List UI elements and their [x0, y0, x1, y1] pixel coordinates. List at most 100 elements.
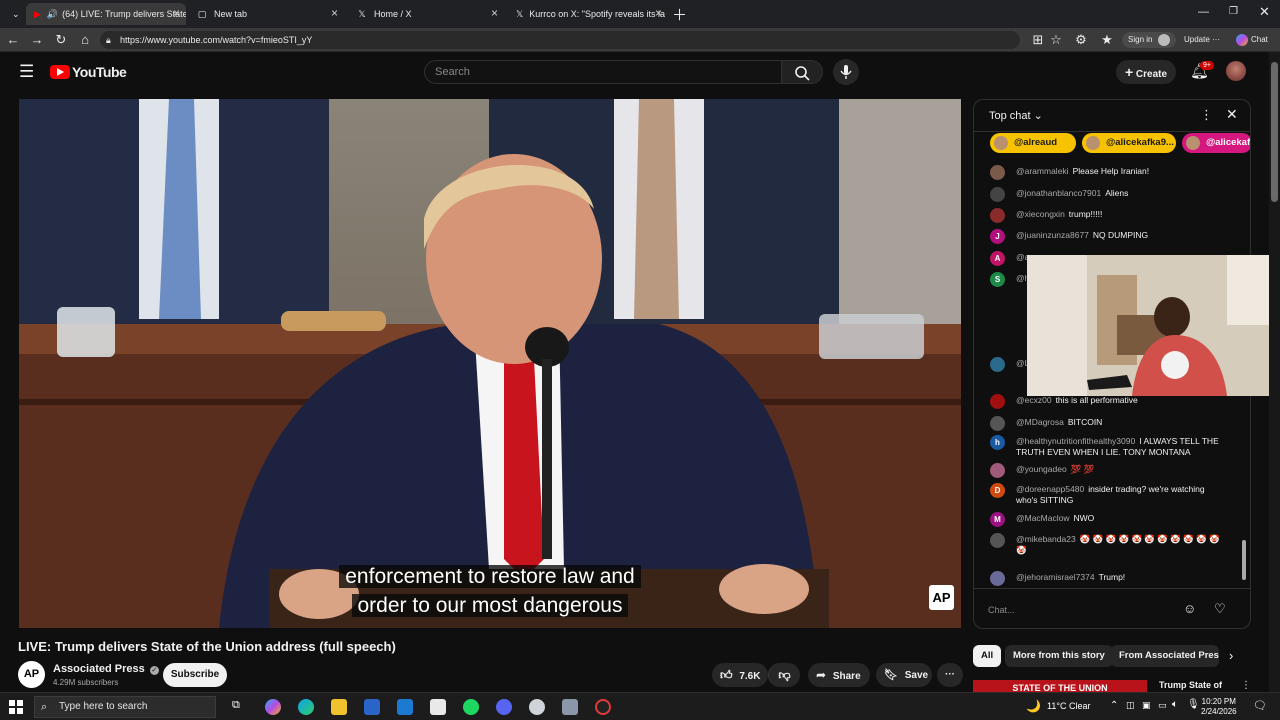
- notepad-icon[interactable]: [430, 699, 446, 715]
- create-button[interactable]: + Create: [1116, 60, 1176, 84]
- like-button[interactable]: 👍︎ 7.6K: [712, 663, 768, 687]
- avatar[interactable]: [990, 394, 1005, 409]
- more-vertical-icon[interactable]: ⋮: [1241, 680, 1251, 691]
- close-icon[interactable]: ×: [331, 6, 338, 20]
- tray-chevron-icon[interactable]: ⌃: [1110, 700, 1118, 711]
- app-icon[interactable]: [529, 699, 545, 715]
- top-chat-dropdown[interactable]: Top chat ⌄: [989, 109, 1043, 122]
- dislike-button[interactable]: 👎︎: [768, 663, 800, 687]
- avatar[interactable]: [990, 208, 1005, 223]
- avatar[interactable]: M: [990, 512, 1005, 527]
- mail-icon[interactable]: [397, 699, 413, 715]
- volume-icon[interactable]: 🔈︎: [1172, 699, 1178, 710]
- heart-icon[interactable]: ♡: [1214, 601, 1226, 617]
- filter-chip-from-channel[interactable]: From Associated Press: [1111, 645, 1219, 667]
- channel-name[interactable]: Associated Press ✓: [53, 663, 159, 675]
- chat-username[interactable]: @MDagrosa: [1016, 417, 1064, 427]
- chat-username[interactable]: @jehoramisrael7374: [1016, 572, 1095, 582]
- youtube-logo-text[interactable]: YouTube: [72, 64, 127, 80]
- pinned-user-chip[interactable]: @alicekafka9...: [1082, 133, 1176, 153]
- search-button[interactable]: [781, 60, 823, 84]
- chat-username[interactable]: @youngadeo: [1016, 464, 1067, 474]
- subscribe-button[interactable]: Subscribe: [163, 663, 227, 687]
- discord-icon[interactable]: [496, 699, 512, 715]
- avatar[interactable]: [990, 463, 1005, 478]
- avatar[interactable]: D: [990, 483, 1005, 498]
- pinned-user-chip[interactable]: @alicekafka: [1182, 133, 1250, 153]
- close-icon[interactable]: ×: [491, 6, 498, 20]
- avatar[interactable]: [990, 165, 1005, 180]
- tray-app-icon[interactable]: ◫: [1126, 700, 1135, 711]
- chat-username[interactable]: @mikebanda23: [1016, 534, 1076, 544]
- back-button[interactable]: ←: [5, 32, 21, 47]
- maximize-button[interactable]: ❐: [1229, 6, 1238, 17]
- avatar[interactable]: [990, 357, 1005, 372]
- app-icon[interactable]: [562, 699, 578, 715]
- filter-chip-all[interactable]: All: [973, 645, 1002, 667]
- page-scrollbar[interactable]: [1269, 52, 1280, 692]
- minimize-button[interactable]: —: [1198, 6, 1209, 18]
- chat-username[interactable]: @jonathanblanco7901: [1016, 188, 1101, 198]
- tab-new[interactable]: ▢ New tab ×: [188, 3, 344, 25]
- share-button[interactable]: ➦ Share: [808, 663, 870, 687]
- weather-text[interactable]: 11°C Clear: [1047, 701, 1090, 711]
- extensions-icon[interactable]: ⚙: [1073, 32, 1089, 48]
- chat-username[interactable]: @arammaleki: [1016, 166, 1069, 176]
- voice-search-button[interactable]: [833, 59, 859, 85]
- close-window-button[interactable]: ✕: [1259, 4, 1270, 20]
- chat-username[interactable]: @xiecongxin: [1016, 209, 1065, 219]
- network-icon[interactable]: ▭: [1158, 700, 1167, 711]
- notification-center-icon[interactable]: 🗨︎: [1253, 699, 1267, 712]
- recommended-title[interactable]: Trump State of: [1159, 680, 1222, 690]
- filter-chip-more-from-story[interactable]: More from this story: [1005, 645, 1113, 667]
- chat-input[interactable]: Chat...: [988, 600, 1188, 620]
- taskbar-search[interactable]: ⌕ Type here to search: [34, 696, 216, 718]
- chat-username[interactable]: @juaninzunza8677: [1016, 230, 1089, 240]
- edge-browser-icon[interactable]: [298, 699, 314, 715]
- account-avatar[interactable]: [1226, 61, 1246, 81]
- new-tab-button[interactable]: ＋: [672, 4, 687, 25]
- windows-start-icon[interactable]: [9, 700, 23, 719]
- avatar[interactable]: [990, 416, 1005, 431]
- avatar[interactable]: h: [990, 435, 1005, 450]
- avatar[interactable]: [990, 571, 1005, 586]
- tab-youtube[interactable]: ▶ 🔊 (64) LIVE: Trump delivers State ×: [26, 3, 186, 25]
- tray-app-icon[interactable]: ▣: [1142, 700, 1151, 711]
- avatar[interactable]: A: [990, 251, 1005, 266]
- video-player[interactable]: [19, 99, 961, 628]
- tab-x-home[interactable]: 𝕏 Home / X ×: [348, 3, 504, 25]
- avatar[interactable]: J: [990, 229, 1005, 244]
- save-button[interactable]: 🔖︎ Save: [876, 663, 932, 687]
- more-vertical-icon[interactable]: ⋮: [1200, 107, 1213, 123]
- chat-username[interactable]: @MacMaclow: [1016, 513, 1070, 523]
- update-button[interactable]: Update ···: [1178, 32, 1226, 48]
- pinned-user-chip[interactable]: @alreaud: [990, 133, 1076, 153]
- file-explorer-icon[interactable]: [331, 699, 347, 715]
- spotify-icon[interactable]: [463, 699, 479, 715]
- emoji-icon[interactable]: ☺: [1183, 601, 1196, 616]
- close-icon[interactable]: ×: [173, 6, 180, 20]
- youtube-logo-icon[interactable]: [50, 65, 70, 79]
- url-field[interactable]: 🔒︎ https://www.youtube.com/watch?v=fmieo…: [100, 31, 1020, 49]
- chat-username[interactable]: @healthynutritionfithealthy3090: [1016, 436, 1135, 446]
- favorites-icon[interactable]: ★: [1099, 32, 1115, 48]
- search-input[interactable]: Search: [424, 60, 782, 84]
- tab-x-kurrco[interactable]: 𝕏 Kurrco on X: "Spotify reveals its la ×: [508, 3, 668, 25]
- refresh-button[interactable]: ↻: [53, 32, 69, 48]
- forward-button[interactable]: →: [29, 32, 45, 47]
- copilot-chat-button[interactable]: Chat: [1230, 32, 1274, 48]
- microphone-icon[interactable]: 🎙︎: [1187, 699, 1200, 710]
- tab-actions-button[interactable]: ⌄: [4, 3, 22, 25]
- recommended-thumbnail[interactable]: STATE OF THE UNION: [973, 680, 1147, 692]
- avatar[interactable]: [990, 533, 1005, 548]
- app-available-icon[interactable]: ⊞: [1030, 32, 1046, 48]
- chat-username[interactable]: @ecxz00: [1016, 395, 1052, 405]
- close-chat-icon[interactable]: ✕: [1226, 106, 1238, 123]
- more-actions-button[interactable]: ···: [937, 663, 963, 687]
- home-button[interactable]: ⌂: [77, 32, 93, 47]
- avatar[interactable]: [990, 187, 1005, 202]
- chat-username[interactable]: @doreenapp5480: [1016, 484, 1084, 494]
- microsoft-store-icon[interactable]: [364, 699, 380, 715]
- favorite-star-icon[interactable]: ☆: [1048, 32, 1064, 48]
- channel-avatar[interactable]: AP: [18, 661, 45, 688]
